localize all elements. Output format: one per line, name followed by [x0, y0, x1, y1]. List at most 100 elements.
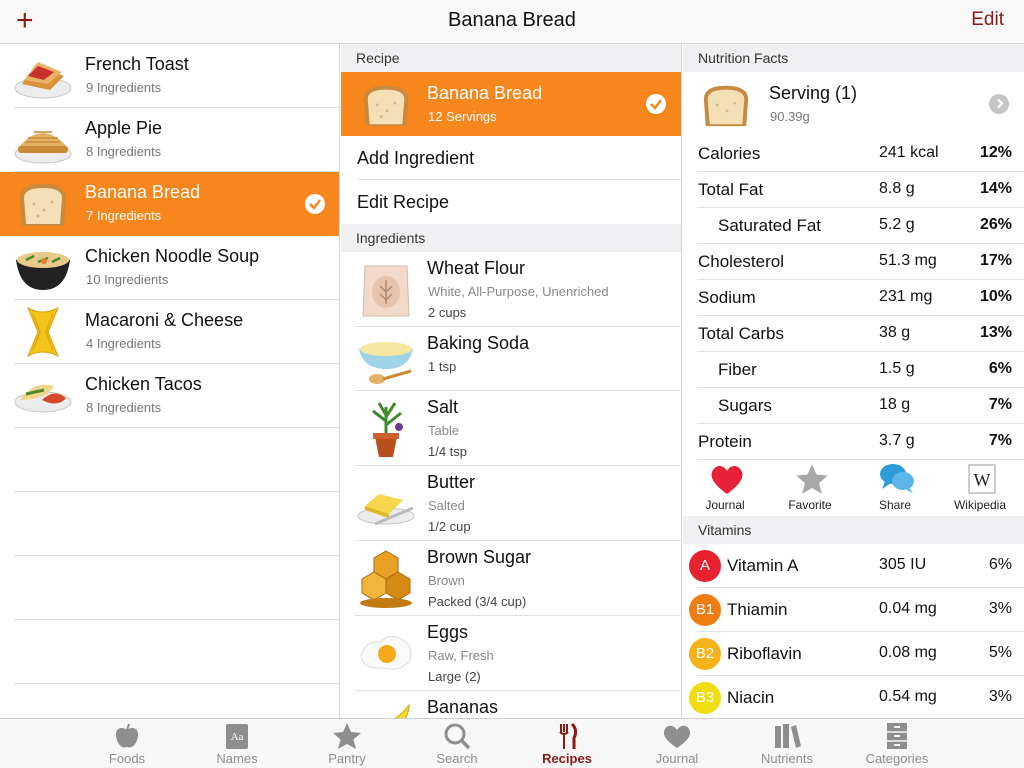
taco-icon [14, 384, 72, 413]
ingredient-amount: Large (2) [428, 669, 481, 684]
nutrient-daily-percent: 26% [979, 216, 1012, 233]
tab-label: Categories [865, 751, 929, 766]
vitamin-label: Thiamin [727, 600, 788, 619]
food-name: Banana Bread [85, 182, 201, 202]
recipe-name: Banana Bread [427, 83, 543, 103]
edit-button[interactable]: Edit [971, 9, 1004, 31]
nutrient-amount: 231 mg [879, 288, 933, 305]
section-header-nutrition: Nutrition Facts [683, 44, 1024, 72]
ingredient-amount: 1/4 tsp [428, 444, 468, 459]
serving-selector[interactable]: Serving (1) 90.39g [683, 72, 1024, 136]
ingredient-row[interactable]: Wheat Flour White, All-Purpose, Unenrich… [341, 252, 681, 327]
divider [14, 619, 339, 620]
ingredient-row[interactable]: Salt Table 1/4 tsp [341, 391, 681, 466]
vitamin-daily-percent: 3% [988, 600, 1012, 617]
edit-recipe-button[interactable]: Edit Recipe [341, 180, 681, 224]
list-item-french-toast[interactable]: French Toast 9 Ingredients [0, 44, 339, 108]
vitamin-label: Niacin [727, 688, 775, 707]
tab-label: Names [216, 751, 258, 766]
tab-bar: Foods Aa Names Pantry Search Recipes Jou… [0, 718, 1024, 768]
selected-recipe-row[interactable]: Banana Bread 12 Servings [341, 72, 681, 136]
list-item-banana-bread[interactable]: Banana Bread 7 Ingredients [0, 172, 339, 236]
vitamin-badge: B3 [689, 682, 721, 714]
nutrition-row[interactable]: Total Fat 8.8 g 14% [683, 172, 1024, 208]
food-name: Chicken Noodle Soup [85, 246, 260, 266]
page-title: Banana Bread [448, 9, 576, 31]
nutrient-daily-percent: 7% [988, 396, 1012, 413]
ingredient-row[interactable]: Brown Sugar Brown Packed (3/4 cup) [341, 541, 681, 616]
chevron-right-icon [989, 94, 1009, 114]
nutrient-daily-percent: 6% [988, 360, 1012, 377]
nutrition-row[interactable]: Sugars 18 g 7% [683, 388, 1024, 424]
ingredient-amount: 1/2 cup [428, 519, 471, 534]
nutrition-row[interactable]: Saturated Fat 5.2 g 26% [683, 208, 1024, 244]
tab-foods[interactable]: Foods [72, 719, 182, 768]
ingredient-count: 8 Ingredients [86, 144, 162, 159]
tab-pantry[interactable]: Pantry [292, 719, 402, 768]
ingredient-row[interactable]: Bananas [341, 691, 681, 718]
tab-names[interactable]: Aa Names [182, 719, 292, 768]
ingredient-row[interactable]: Butter Salted 1/2 cup [341, 466, 681, 541]
ingredient-amount: 2 cups [428, 305, 467, 320]
bread-icon [703, 85, 749, 127]
ingredient-amount: 1 tsp [428, 359, 457, 374]
tab-journal[interactable]: Journal [622, 719, 732, 768]
star-icon [796, 464, 828, 494]
nutrition-row[interactable]: Fiber 1.5 g 6% [683, 352, 1024, 388]
tab-recipes[interactable]: Recipes [512, 719, 622, 768]
tab-label: Nutrients [760, 751, 814, 766]
vitamin-row[interactable]: B3 Niacin 0.54 mg 3% [683, 676, 1024, 718]
nutrient-label: Saturated Fat [718, 216, 822, 235]
banana-icon [394, 703, 410, 718]
ingredient-row[interactable]: Eggs Raw, Fresh Large (2) [341, 616, 681, 691]
edit-recipe-label: Edit Recipe [357, 192, 450, 212]
ingredient-name: Salt [427, 397, 459, 417]
nutrient-label: Cholesterol [698, 252, 784, 271]
egg-icon [360, 636, 412, 670]
ingredient-name: Eggs [427, 622, 469, 642]
svg-text:Aa: Aa [231, 731, 244, 743]
food-name: Chicken Tacos [85, 374, 202, 394]
ingredient-name: Butter [427, 472, 476, 492]
nutrition-row[interactable]: Protein 3.7 g 7% [683, 424, 1024, 460]
ingredient-name: Baking Soda [427, 333, 530, 353]
section-header-recipe: Recipe [341, 44, 681, 72]
nutrient-label: Fiber [718, 360, 757, 379]
bread-icon [363, 85, 409, 127]
vitamin-badge: A [689, 550, 721, 582]
recipe-list: French Toast 9 Ingredients Apple Pie 8 I… [0, 44, 340, 718]
baking-soda-icon [359, 342, 413, 384]
list-item-apple-pie[interactable]: Apple Pie 8 Ingredients [0, 108, 339, 172]
ingredient-row[interactable]: Baking Soda 1 tsp [341, 327, 681, 391]
add-ingredient-button[interactable]: Add Ingredient [341, 136, 681, 180]
star-icon [333, 723, 361, 749]
food-name: Apple Pie [85, 118, 163, 138]
nutrient-daily-percent: 10% [979, 288, 1012, 305]
nutrition-row[interactable]: Calories 241 kcal 12% [683, 136, 1024, 172]
list-item-chicken-noodle-soup[interactable]: Chicken Noodle Soup 10 Ingredients [0, 236, 339, 300]
tab-search[interactable]: Search [402, 719, 512, 768]
list-item-macaroni-cheese[interactable]: Macaroni & Cheese 4 Ingredients [0, 300, 339, 364]
wikipedia-label: Wikipedia [953, 498, 1007, 512]
nutrition-row[interactable]: Total Carbs 38 g 13% [683, 316, 1024, 352]
nutrition-row[interactable]: Sodium 231 mg 10% [683, 280, 1024, 316]
vitamin-row[interactable]: B2 Riboflavin 0.08 mg 5% [683, 632, 1024, 676]
tab-categories[interactable]: Categories [842, 719, 952, 768]
vitamin-row[interactable]: B1 Thiamin 0.04 mg 3% [683, 588, 1024, 632]
nutrient-amount: 18 g [879, 396, 911, 413]
tab-nutrients[interactable]: Nutrients [732, 719, 842, 768]
journal-button[interactable]: Journal [685, 460, 765, 516]
section-header-vitamins: Vitamins [683, 516, 1024, 544]
tab-label: Search [436, 751, 478, 766]
books-icon [775, 724, 801, 748]
share-button[interactable]: Share [855, 460, 935, 516]
favorite-button[interactable]: Favorite [770, 460, 850, 516]
list-item-chicken-tacos[interactable]: Chicken Tacos 8 Ingredients [0, 364, 339, 428]
ingredient-description: Table [428, 423, 460, 438]
checkmark-icon [305, 194, 325, 214]
ingredient-description: Salted [428, 498, 465, 513]
nutrition-row[interactable]: Cholesterol 51.3 mg 17% [683, 244, 1024, 280]
wikipedia-button[interactable]: W Wikipedia [940, 460, 1020, 516]
vitamin-row[interactable]: A Vitamin A 305 IU 6% [683, 544, 1024, 588]
recipe-panel: Recipe Banana Bread 12 Servings Add Ingr… [341, 44, 682, 718]
